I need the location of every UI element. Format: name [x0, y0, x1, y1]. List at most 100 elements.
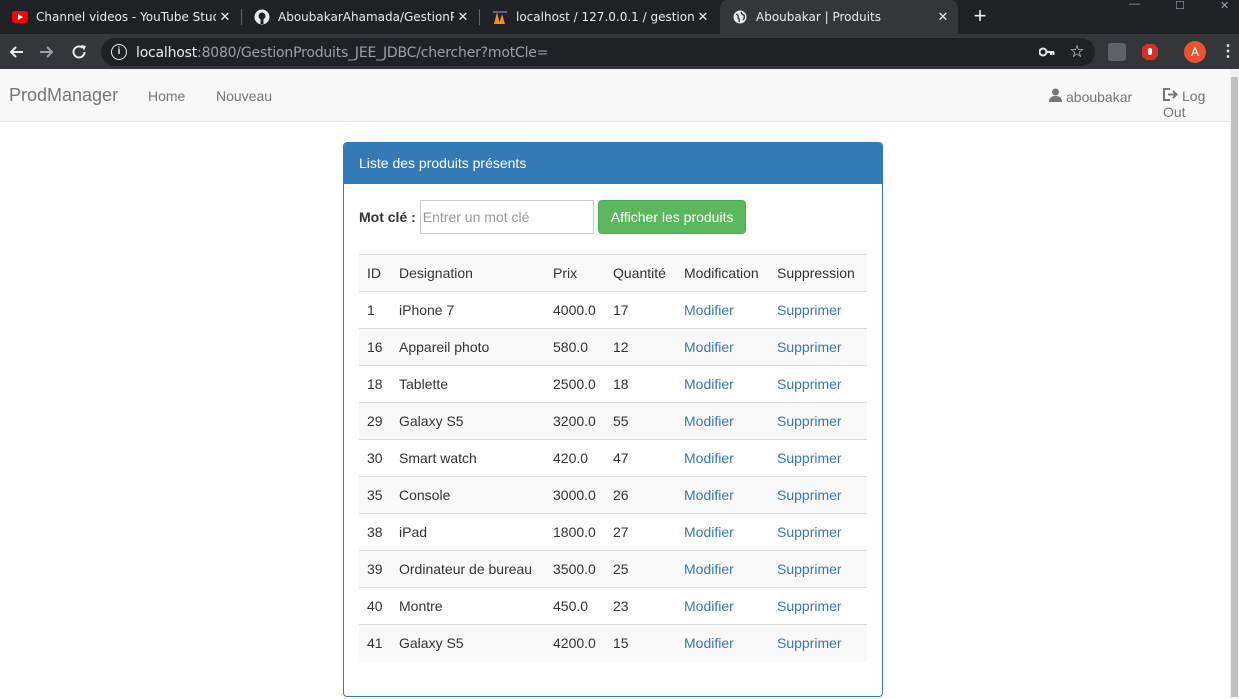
delete-link[interactable]: Supprimer	[777, 561, 842, 577]
panel-body: Mot clé : Afficher les produits ID Desig…	[344, 184, 882, 662]
new-tab-button[interactable]: +	[968, 4, 992, 28]
panel-heading: Liste des produits présents	[344, 143, 882, 184]
tab-close-icon[interactable]: ✕	[694, 10, 712, 25]
table-row: 41 Galaxy S5 4200.0 15 Modifier Supprimer	[359, 624, 867, 662]
address-bar[interactable]: i localhost:8080/GestionProduits_JEE_JDB…	[101, 38, 1095, 66]
extension-icon[interactable]	[1108, 43, 1126, 61]
cell-quantite: 18	[605, 365, 676, 403]
table-row: 1 iPhone 7 4000.0 17 Modifier Supprimer	[359, 292, 867, 329]
cell-id: 1	[367, 302, 375, 318]
edit-cell: Modifier	[676, 439, 769, 477]
star-icon[interactable]: ☆	[1068, 42, 1086, 61]
scrollbar-thumb[interactable]	[1231, 77, 1238, 697]
edit-link[interactable]: Modifier	[684, 635, 734, 651]
edit-cell: Modifier	[676, 587, 769, 625]
tab-close-icon[interactable]: ✕	[934, 10, 952, 25]
edit-link[interactable]: Modifier	[684, 413, 734, 429]
table-header-row: ID Designation Prix Quantité Modificatio…	[359, 254, 867, 292]
edit-cell: Modifier	[676, 328, 769, 366]
tab-close-icon[interactable]: ✕	[216, 10, 234, 25]
tab-title: AboubakarAhamada/GestionProduits	[278, 10, 454, 24]
cell-quantite: 27	[605, 513, 676, 551]
delete-link[interactable]: Supprimer	[777, 376, 842, 392]
site-info-icon[interactable]: i	[111, 44, 127, 60]
url-text[interactable]: localhost:8080/GestionProduits_JEE_JDBC/…	[136, 45, 548, 61]
cell-quantite: 17	[613, 302, 629, 318]
delete-link[interactable]: Supprimer	[777, 413, 842, 429]
cell-designation: Tablette	[391, 365, 545, 403]
delete-link[interactable]: Supprimer	[777, 450, 842, 466]
edit-link[interactable]: Modifier	[684, 598, 734, 614]
delete-cell: Supprimer	[769, 365, 867, 403]
delete-link[interactable]: Supprimer	[777, 635, 842, 651]
cell-id: 38	[359, 513, 391, 551]
cell-quantite: 25	[605, 550, 676, 588]
col-header-quantite: Quantité	[605, 254, 676, 292]
tab-title: Channel videos - YouTube Studio	[36, 10, 216, 24]
show-products-button[interactable]: Afficher les produits	[597, 199, 747, 234]
cell-prix: 3200.0	[545, 402, 605, 440]
cell-prix: 3500.0	[545, 550, 605, 588]
edit-link[interactable]: Modifier	[684, 302, 734, 318]
nav-nouveau-link[interactable]: Nouveau	[216, 88, 272, 104]
cell-id: 40	[359, 587, 391, 625]
edit-link[interactable]: Modifier	[684, 376, 734, 392]
cell-id: 29	[359, 402, 391, 440]
edit-cell: Modifier	[676, 365, 769, 403]
delete-link[interactable]: Supprimer	[777, 524, 842, 540]
cell-prix: 450.0	[545, 587, 605, 625]
table-row: 39 Ordinateur de bureau 3500.0 25 Modifier Su…	[359, 550, 867, 588]
brand-link[interactable]: ProdManager	[9, 85, 118, 106]
edit-link[interactable]: Modifier	[684, 450, 734, 466]
delete-link[interactable]: Supprimer	[777, 487, 842, 503]
cell-designation: iPad	[391, 513, 545, 551]
cell-quantite: 26	[605, 476, 676, 514]
cell-prix: 580.0	[545, 328, 605, 366]
tab-phpmyadmin[interactable]: localhost / 127.0.0.1 / gestion_produits…	[480, 0, 718, 34]
delete-cell: Supprimer	[769, 550, 867, 588]
col-header-suppression: Suppression	[769, 254, 867, 292]
edit-link[interactable]: Modifier	[684, 524, 734, 540]
nav-logout-link[interactable]: Log Out	[1163, 88, 1230, 120]
edit-cell: Modifier	[676, 624, 769, 662]
cell-designation: Montre	[391, 587, 545, 625]
edit-link[interactable]: Modifier	[684, 339, 734, 355]
maximize-icon[interactable]: ☐	[1175, 0, 1185, 12]
minimize-icon[interactable]: —	[1129, 0, 1140, 10]
delete-link[interactable]: Supprimer	[777, 339, 842, 355]
cell-quantite: 12	[605, 328, 676, 366]
nav-user-link[interactable]: aboubakar	[1049, 88, 1132, 105]
cell-quantite: 23	[605, 587, 676, 625]
browser-menu-icon[interactable]: ⋮	[1220, 43, 1236, 61]
adblock-icon[interactable]	[1141, 43, 1159, 61]
tab-produits-active[interactable]: Aboubakar | Produits ✕	[720, 0, 958, 34]
edit-link[interactable]: Modifier	[684, 487, 734, 503]
youtube-icon	[12, 9, 28, 25]
profile-avatar[interactable]: A	[1184, 41, 1206, 63]
key-icon[interactable]	[1038, 44, 1056, 60]
delete-link[interactable]: Supprimer	[777, 302, 842, 318]
edit-link[interactable]: Modifier	[684, 561, 734, 577]
close-window-icon[interactable]: ✕	[1220, 0, 1229, 12]
page-scrollbar[interactable]	[1230, 69, 1239, 699]
tab-github[interactable]: AboubakarAhamada/GestionProduits ✕	[242, 0, 478, 34]
logout-icon	[1163, 88, 1178, 104]
forward-icon[interactable]	[35, 40, 59, 64]
page: ProdManager Home Nouveau aboubakar Log O…	[0, 69, 1239, 699]
tab-youtube-studio[interactable]: Channel videos - YouTube Studio ✕	[0, 0, 240, 34]
table-row: 30 Smart watch 420.0 47 Modifier Supprimer	[359, 439, 867, 477]
table-row: 16 Appareil photo 580.0 12 Modifier Supprimer	[359, 328, 867, 366]
delete-link[interactable]: Supprimer	[777, 598, 842, 614]
reload-icon[interactable]	[67, 40, 91, 64]
back-icon[interactable]	[4, 40, 28, 64]
edit-cell: Modifier	[676, 402, 769, 440]
search-input[interactable]	[419, 199, 594, 234]
delete-cell: Supprimer	[769, 476, 867, 514]
github-icon	[254, 9, 270, 25]
tab-close-icon[interactable]: ✕	[454, 10, 472, 25]
edit-cell: Modifier	[676, 513, 769, 551]
edit-cell: Modifier	[676, 292, 769, 329]
table-row: 29 Galaxy S5 3200.0 55 Modifier Supprimer	[359, 402, 867, 440]
globe-icon	[732, 9, 748, 25]
nav-home-link[interactable]: Home	[148, 88, 185, 104]
